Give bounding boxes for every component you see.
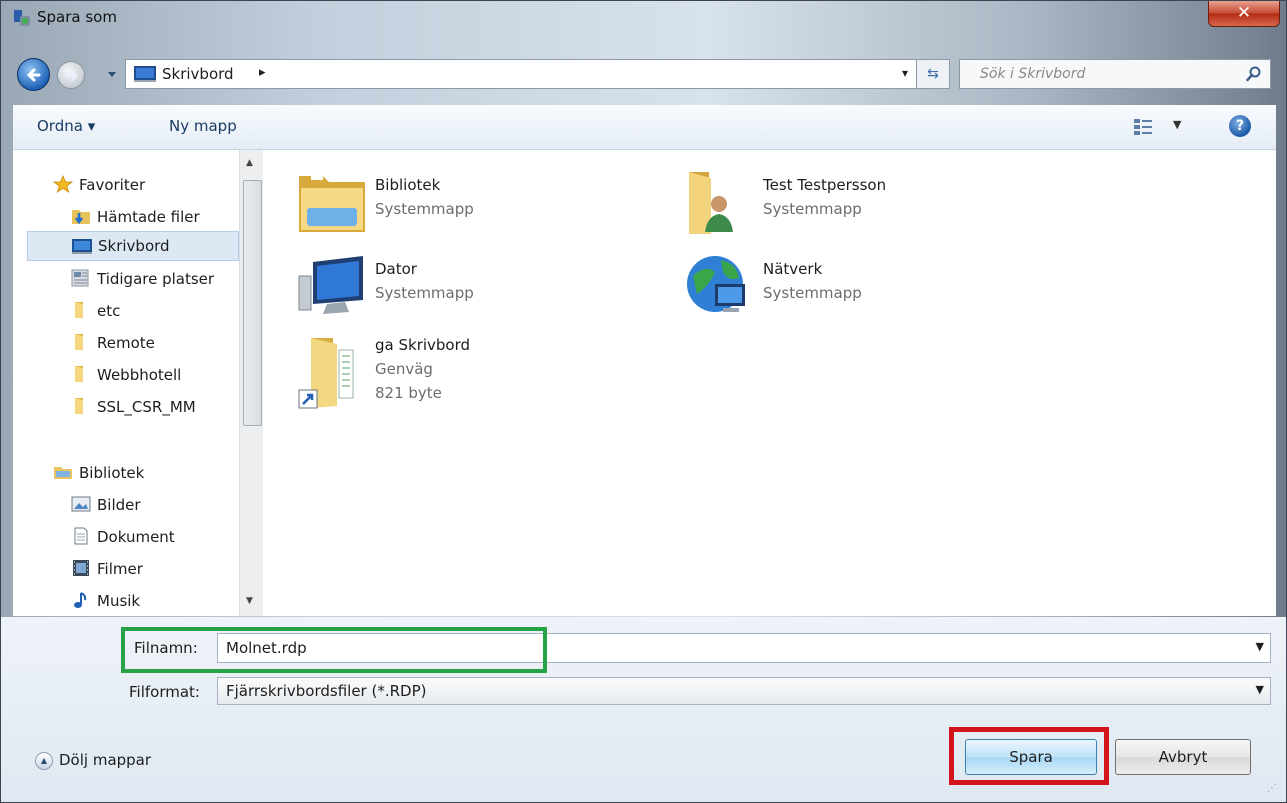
nav-item-downloads[interactable]: Hämtade filer (71, 203, 239, 231)
nav-item-videos[interactable]: Filmer (71, 555, 239, 583)
refresh-button[interactable]: ⇆ (916, 59, 950, 89)
file-list: Bibliotek Systemmapp Test Testpersson Sy… (263, 150, 1276, 616)
search-input[interactable]: Sök i Skrivbord (959, 59, 1271, 89)
navigation-pane: Favoriter Hämtade filer Skrivbord Tidiga… (13, 150, 239, 616)
save-as-dialog: Spara som ✕ Skrivbord ▸ ▾ ⇆ Sök i Skrivb… (0, 0, 1287, 803)
arrow-left-icon (26, 68, 41, 82)
organize-button[interactable]: Ordna ▾ (37, 117, 95, 135)
nav-item-ssl-csr-mm[interactable]: SSL_CSR_MM (71, 393, 239, 421)
title-bar: Spara som ✕ (1, 1, 1286, 35)
nav-item-recent-places[interactable]: Tidigare platser (71, 265, 239, 293)
nav-item-webbhotell[interactable]: Webbhotell (71, 361, 239, 389)
new-folder-button[interactable]: Ny mapp (169, 117, 237, 135)
chevron-up-icon: ▲ (35, 752, 53, 770)
nav-item-etc[interactable]: etc (71, 297, 239, 325)
filename-dropdown-icon[interactable]: ▼ (1256, 640, 1264, 653)
user-folder-icon (689, 172, 733, 234)
format-select[interactable]: Fjärrskrivbordsfiler (*.RDP) ▼ (217, 677, 1271, 705)
close-button[interactable]: ✕ (1208, 1, 1280, 27)
nav-item-documents[interactable]: Dokument (71, 523, 239, 551)
nav-item-favorites[interactable]: Favoriter (53, 171, 239, 199)
resize-grip-icon[interactable]: ⋰ (1267, 783, 1277, 794)
folder-icon (75, 366, 83, 382)
desktop-icon (72, 239, 92, 254)
scroll-up-icon[interactable]: ▲ (246, 158, 253, 168)
cancel-button[interactable]: Avbryt (1115, 739, 1251, 775)
command-bar: Ordna ▾ Ny mapp ▼ ? (13, 105, 1276, 150)
document-icon (74, 527, 88, 545)
address-bar[interactable]: Skrivbord ▸ ▾ (125, 59, 950, 89)
window-title: Spara som (37, 8, 117, 26)
history-dropdown-icon[interactable] (106, 68, 118, 80)
recent-places-icon (71, 269, 89, 287)
nav-item-remote[interactable]: Remote (71, 329, 239, 357)
forward-button[interactable] (57, 61, 85, 89)
hide-folders-label: Dölj mappar (59, 751, 152, 769)
computer-icon (298, 256, 363, 314)
folder-icon (75, 302, 83, 318)
address-location[interactable]: Skrivbord (162, 65, 234, 83)
desktop-icon (134, 66, 156, 82)
app-icon (14, 10, 30, 26)
scroll-down-icon[interactable]: ▼ (246, 596, 253, 606)
highlight-save-box (949, 727, 1109, 785)
pictures-icon (71, 496, 91, 512)
address-dropdown-icon[interactable]: ▾ (902, 66, 908, 80)
library-icon (54, 467, 72, 479)
list-item-user-folder[interactable]: Test Testpersson Systemmapp (685, 170, 985, 240)
search-icon[interactable] (1246, 66, 1262, 82)
search-placeholder: Sök i Skrivbord (980, 66, 1086, 82)
format-value: Fjärrskrivbordsfiler (*.RDP) (226, 682, 427, 700)
nav-item-libraries[interactable]: Bibliotek (53, 459, 239, 487)
help-icon[interactable]: ? (1229, 115, 1251, 137)
view-options-icon[interactable] (1133, 118, 1153, 136)
arrow-right-icon (66, 70, 78, 82)
folder-icon (75, 398, 83, 414)
view-dropdown-icon[interactable]: ▼ (1173, 118, 1181, 131)
back-button[interactable] (17, 58, 50, 91)
music-icon (74, 592, 87, 608)
download-folder-icon (72, 210, 90, 225)
nav-item-music[interactable]: Musik (71, 587, 239, 615)
folder-icon (75, 334, 83, 350)
nav-scrollbar[interactable]: ▲ ▼ (239, 150, 263, 616)
nav-item-desktop[interactable]: Skrivbord (27, 231, 239, 261)
list-item-dator[interactable]: Dator Systemmapp (297, 254, 597, 324)
star-icon (53, 175, 73, 193)
list-item-shortcut[interactable]: ga Skrivbord Genväg 821 byte (297, 330, 597, 414)
shortcut-icon (298, 338, 354, 409)
format-label: Filformat: (129, 683, 200, 701)
video-icon (73, 560, 89, 576)
list-item-network[interactable]: Nätverk Systemmapp (685, 254, 985, 324)
library-folder-icon (299, 174, 365, 232)
format-dropdown-icon[interactable]: ▼ (1256, 683, 1264, 696)
list-item-bibliotek[interactable]: Bibliotek Systemmapp (297, 170, 597, 240)
scrollbar-thumb[interactable] (243, 180, 262, 426)
nav-item-pictures[interactable]: Bilder (71, 491, 239, 519)
chevron-right-icon[interactable]: ▸ (259, 65, 266, 80)
network-icon (687, 256, 745, 312)
refresh-icon: ⇆ (927, 66, 939, 82)
highlight-filename-box (121, 627, 547, 673)
